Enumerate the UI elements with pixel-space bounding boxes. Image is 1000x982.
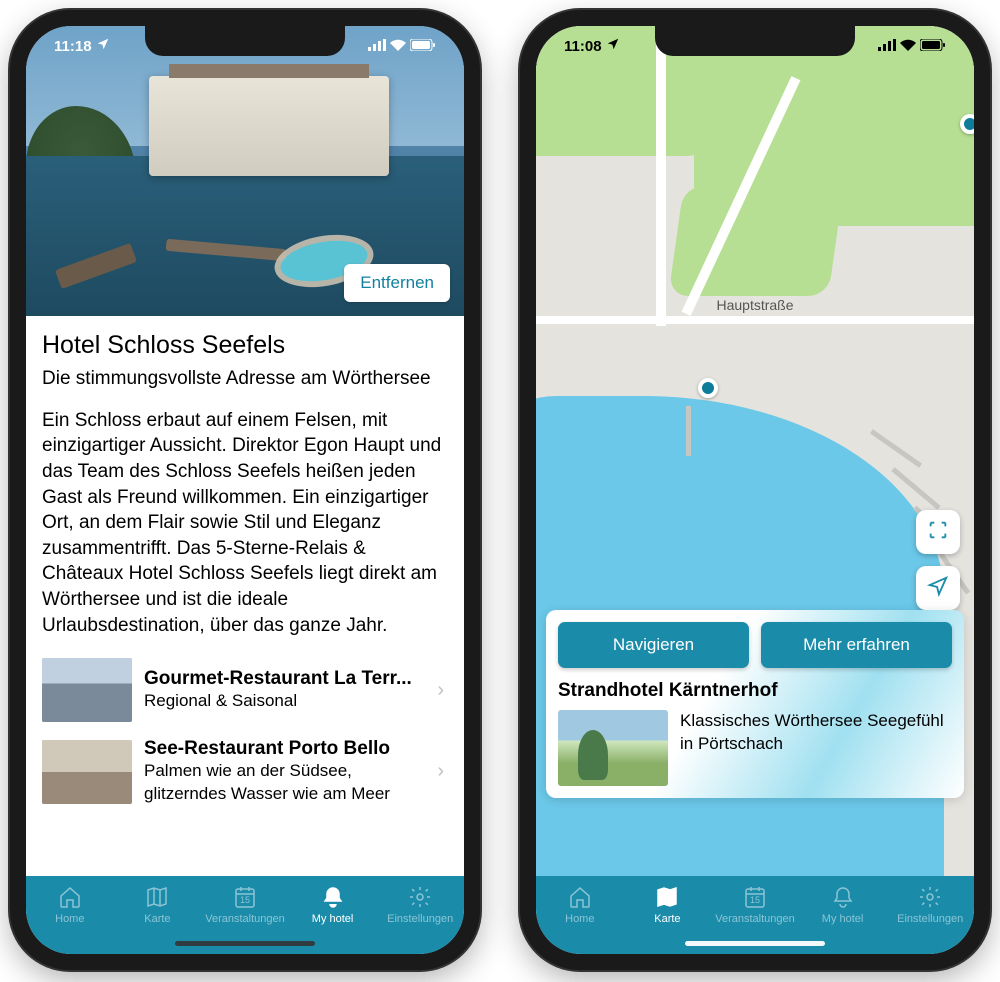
signal-icon [878, 38, 896, 55]
tab-label: Karte [144, 913, 170, 925]
tab-events[interactable]: 15 Veranstaltungen [711, 884, 799, 925]
calendar-icon: 15 [231, 884, 259, 910]
list-item[interactable]: Gourmet-Restaurant La Terr... Regional &… [42, 650, 448, 730]
tab-map[interactable]: Karte [114, 884, 202, 925]
tab-home[interactable]: Home [536, 884, 624, 925]
recenter-button[interactable] [916, 510, 960, 554]
tab-myhotel[interactable]: My hotel [289, 884, 377, 925]
status-time: 11:18 [54, 38, 92, 55]
screen-map: 11:08 [536, 26, 974, 954]
map-icon [653, 884, 681, 910]
home-indicator[interactable] [685, 941, 825, 946]
item-title: Gourmet-Restaurant La Terr... [144, 668, 425, 690]
poi-card: Navigieren Mehr erfahren Strandhotel Kär… [546, 610, 964, 798]
remove-button[interactable]: Entfernen [344, 264, 450, 302]
map-marker[interactable] [698, 378, 718, 398]
poi-thumbnail [558, 710, 668, 786]
item-subtitle: Regional & Saisonal [144, 690, 425, 712]
navigate-button[interactable]: Navigieren [558, 622, 749, 668]
home-icon [56, 884, 84, 910]
location-icon [606, 37, 620, 55]
chevron-right-icon: › [437, 679, 448, 702]
wifi-icon [390, 38, 406, 55]
crosshair-icon [927, 519, 949, 546]
tab-settings[interactable]: Einstellungen [886, 884, 974, 925]
gear-icon [406, 884, 434, 910]
list-item[interactable]: See-Restaurant Porto Bello Palmen wie an… [42, 730, 448, 812]
tab-label: Home [565, 913, 594, 925]
tab-home[interactable]: Home [26, 884, 114, 925]
notch [655, 26, 855, 56]
tab-label: Einstellungen [897, 913, 963, 925]
notch [145, 26, 345, 56]
signal-icon [368, 38, 386, 55]
bell-icon [829, 884, 857, 910]
thumbnail [42, 740, 132, 804]
tab-label: My hotel [822, 913, 864, 925]
navigation-icon [927, 575, 949, 602]
tab-label: Veranstaltungen [205, 913, 285, 925]
tab-myhotel[interactable]: My hotel [799, 884, 887, 925]
status-time: 11:08 [564, 38, 602, 55]
battery-icon [920, 38, 946, 55]
hotel-subtitle: Die stimmungsvollste Adresse am Wörthers… [42, 366, 448, 392]
phone-left: 11:18 [10, 10, 480, 970]
bell-icon [319, 884, 347, 910]
location-icon [96, 37, 110, 55]
map-marker[interactable] [960, 114, 974, 134]
battery-icon [410, 38, 436, 55]
map-icon [143, 884, 171, 910]
more-button[interactable]: Mehr erfahren [761, 622, 952, 668]
hotel-description: Ein Schloss erbaut auf einem Felsen, mit… [42, 408, 448, 639]
tab-settings[interactable]: Einstellungen [376, 884, 464, 925]
poi-title: Strandhotel Kärntnerhof [558, 680, 952, 702]
content-area[interactable]: Hotel Schloss Seefels Die stimmungsvolls… [26, 316, 464, 876]
street-label: Hauptstraße [712, 296, 797, 314]
tab-label: Home [55, 913, 84, 925]
svg-text:15: 15 [240, 895, 250, 905]
map-view[interactable]: Hauptstraße Navigieren [536, 26, 974, 876]
hero-image: Entfernen [26, 26, 464, 316]
poi-description: Klassisches Wörthersee Seegefühl in Pört… [680, 710, 952, 756]
tab-label: Veranstaltungen [715, 913, 795, 925]
tab-label: My hotel [312, 913, 354, 925]
item-title: See-Restaurant Porto Bello [144, 738, 425, 760]
screen-myhotel: 11:18 [26, 26, 464, 954]
chevron-right-icon: › [437, 760, 448, 783]
thumbnail [42, 658, 132, 722]
item-subtitle: Palmen wie an der Südsee, glitzerndes Wa… [144, 760, 425, 804]
wifi-icon [900, 38, 916, 55]
home-icon [566, 884, 594, 910]
tab-map[interactable]: Karte [624, 884, 712, 925]
home-indicator[interactable] [175, 941, 315, 946]
tab-label: Einstellungen [387, 913, 453, 925]
gear-icon [916, 884, 944, 910]
locate-button[interactable] [916, 566, 960, 610]
calendar-icon: 15 [741, 884, 769, 910]
phone-right: 11:08 [520, 10, 990, 970]
tab-events[interactable]: 15 Veranstaltungen [201, 884, 289, 925]
tab-label: Karte [654, 913, 680, 925]
hotel-title: Hotel Schloss Seefels [42, 330, 448, 360]
svg-text:15: 15 [750, 895, 760, 905]
